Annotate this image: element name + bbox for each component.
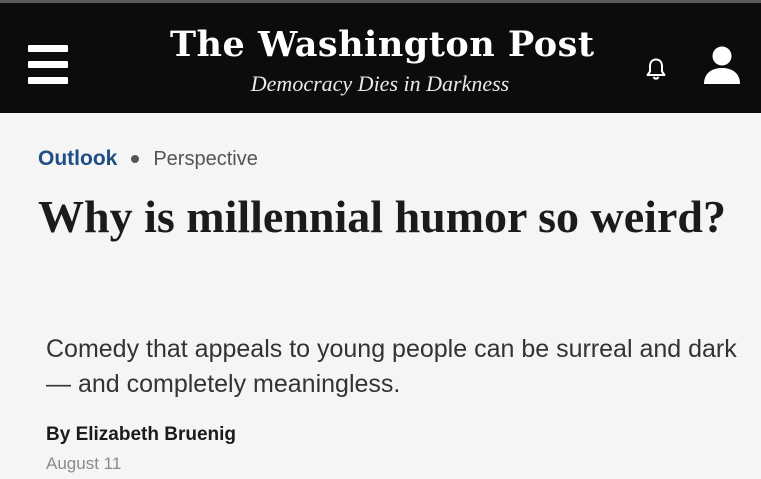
article-subheadline: Comedy that appeals to young people can … (46, 335, 737, 398)
bell-icon[interactable] (645, 57, 667, 81)
byline: By Elizabeth Bruenig (46, 423, 236, 447)
user-icon[interactable] (700, 45, 744, 85)
hamburger-menu-icon[interactable] (28, 43, 68, 87)
site-logo[interactable]: The Washington Post (170, 23, 594, 67)
article-label: Perspective (153, 147, 258, 170)
site-header: The Washington Post Democracy Dies in Da… (0, 0, 761, 113)
publish-date: August 11 (46, 454, 122, 473)
menu-bar (28, 61, 68, 68)
separator-dot (131, 155, 140, 163)
menu-bar (28, 45, 68, 52)
article-headline: Why is millennial humor so weird? (38, 191, 726, 242)
author-link[interactable]: Elizabeth Bruenig (76, 424, 236, 445)
menu-bar (28, 77, 68, 84)
byline-prefix: By (46, 424, 76, 445)
article-kicker: Outlook Perspective (38, 145, 258, 173)
site-tagline: Democracy Dies in Darkness (250, 71, 510, 96)
section-link-outlook[interactable]: Outlook (38, 147, 117, 171)
